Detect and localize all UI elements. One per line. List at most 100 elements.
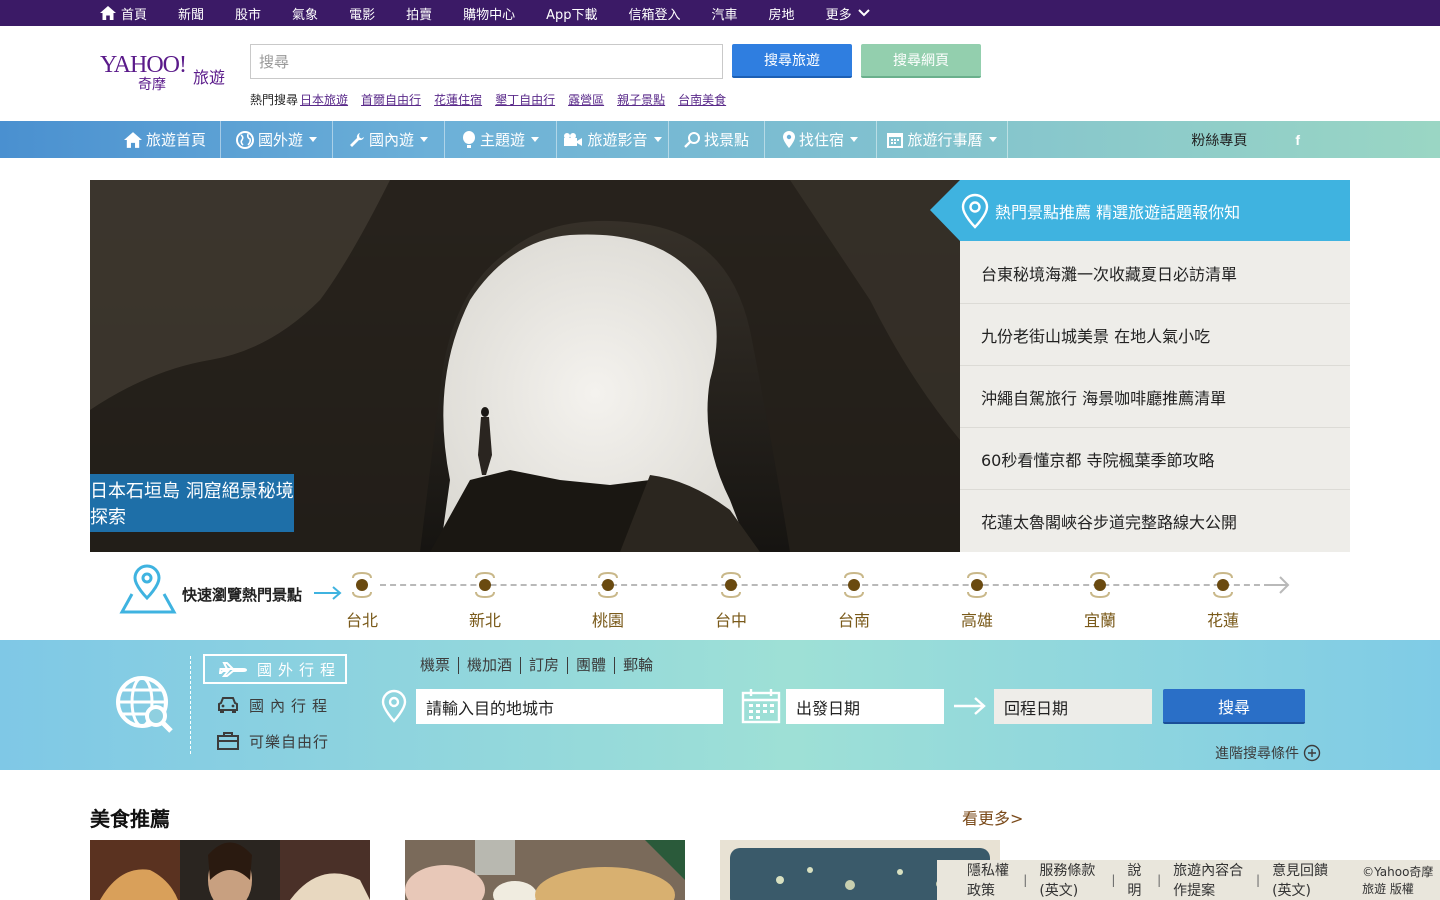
hot-link[interactable]: 花蓮住宿 bbox=[434, 91, 482, 108]
search-travel-button[interactable]: 搜尋旅遊 bbox=[732, 44, 852, 78]
timeline-label[interactable]: 桃園 bbox=[578, 607, 638, 631]
topbar-item-label: 新聞 bbox=[178, 7, 205, 23]
featured-item[interactable]: 沖繩自駕旅行 海景咖啡廳推薦清單 bbox=[960, 366, 1350, 428]
article-card[interactable] bbox=[405, 840, 685, 900]
booking-search-button[interactable]: 搜尋 bbox=[1163, 689, 1305, 724]
topbar-item-mail[interactable]: 信箱登入 bbox=[629, 4, 681, 23]
type-link[interactable]: 機票 bbox=[420, 657, 458, 674]
tab-domestic-tours[interactable]: 國內行程 bbox=[203, 690, 347, 720]
hot-link[interactable]: 露營區 bbox=[568, 91, 604, 108]
topbar-item-realestate[interactable]: 房地 bbox=[769, 4, 795, 23]
timeline-dot-icon bbox=[721, 571, 741, 599]
facebook-icon[interactable]: f bbox=[1295, 132, 1300, 148]
nav-item-overseas[interactable]: 國外遊 bbox=[221, 121, 333, 158]
hot-link[interactable]: 首爾自由行 bbox=[361, 91, 421, 108]
topbar-item-label: 更多 bbox=[825, 7, 852, 23]
featured-item[interactable]: 花蓮太魯閣峽谷步道完整路線大公開 bbox=[960, 490, 1350, 552]
map-pin-icon bbox=[961, 193, 989, 229]
type-link[interactable]: 機加酒 bbox=[458, 657, 520, 674]
globe-icon bbox=[235, 130, 254, 149]
see-more-link[interactable]: 看更多> bbox=[962, 805, 1023, 829]
search-web-button[interactable]: 搜尋網頁 bbox=[861, 44, 981, 78]
hot-link[interactable]: 親子景點 bbox=[617, 91, 665, 108]
footer-link[interactable]: 說明 bbox=[1127, 860, 1145, 900]
footer-link[interactable]: 隱私權政策 bbox=[967, 860, 1011, 900]
timeline-node[interactable] bbox=[966, 571, 988, 599]
timeline-node[interactable] bbox=[720, 571, 742, 599]
hero-caption[interactable]: 日本石垣島 洞窟絕景秘境探索 bbox=[90, 474, 294, 532]
footer-bar: 隱私權政策 | 服務條款(英文) | 說明 | 旅遊內容合作提案 | 意見回饋(英文) … bbox=[937, 860, 1440, 900]
booking-type-links: 機票 機加酒 訂房 團體 郵輪 bbox=[420, 657, 661, 674]
fan-page-link[interactable]: 粉絲專頁 bbox=[1191, 130, 1247, 150]
topbar-item-app[interactable]: App下載 bbox=[546, 4, 597, 23]
timeline-label[interactable]: 宜蘭 bbox=[1070, 607, 1130, 631]
caret-down-icon bbox=[531, 137, 539, 142]
topbar-item-more[interactable]: 更多 bbox=[826, 4, 875, 23]
chevron-down-icon bbox=[857, 9, 870, 17]
hot-link[interactable]: 台南美食 bbox=[678, 91, 726, 108]
topbar-item-auction[interactable]: 拍賣 bbox=[406, 4, 432, 23]
timeline-dot-icon bbox=[598, 571, 618, 599]
featured-item[interactable]: 60秒看懂京都 寺院楓葉季節攻略 bbox=[960, 428, 1350, 490]
topbar-item-shopping[interactable]: 購物中心 bbox=[463, 4, 515, 23]
tab-cola-free-travel[interactable]: 可樂自由行 bbox=[203, 726, 347, 756]
balloon-icon bbox=[462, 130, 475, 148]
topbar-item-movies[interactable]: 電影 bbox=[349, 4, 375, 23]
footer-link[interactable]: 旅遊內容合作提案 bbox=[1173, 860, 1244, 900]
nav-item-label: 旅遊行事曆 bbox=[907, 131, 983, 149]
nav-item-label: 旅遊首頁 bbox=[145, 131, 206, 149]
nav-item-label: 找景點 bbox=[703, 131, 749, 149]
topbar-item-label: 股市 bbox=[235, 7, 262, 23]
nav-item-domestic[interactable]: 國內遊 bbox=[333, 121, 445, 158]
nav-item-theme[interactable]: 主題遊 bbox=[445, 121, 557, 158]
tab-overseas-tours[interactable]: 國外行程 bbox=[203, 654, 347, 684]
search-input[interactable]: 搜尋 bbox=[250, 44, 723, 79]
destination-input[interactable]: 請輸入目的地城市 bbox=[416, 689, 723, 724]
calendar-icon bbox=[741, 689, 781, 724]
topbar-item-weather[interactable]: 氣象 bbox=[292, 4, 318, 23]
nav-item-video[interactable]: 旅遊影音 bbox=[557, 121, 669, 158]
type-link[interactable]: 郵輪 bbox=[614, 657, 661, 674]
advanced-search-link[interactable]: 進階搜尋條件 bbox=[1215, 743, 1321, 763]
caret-down-icon bbox=[309, 137, 317, 142]
timeline-node[interactable] bbox=[843, 571, 865, 599]
timeline-label[interactable]: 台南 bbox=[824, 607, 884, 631]
timeline-node[interactable] bbox=[1212, 571, 1234, 599]
timeline-node[interactable] bbox=[597, 571, 619, 599]
timeline-node[interactable] bbox=[474, 571, 496, 599]
featured-item[interactable]: 台東秘境海灘一次收藏夏日必訪清單 bbox=[960, 242, 1350, 304]
hot-link[interactable]: 日本旅遊 bbox=[300, 91, 348, 108]
hot-link[interactable]: 墾丁自由行 bbox=[495, 91, 555, 108]
timeline-node[interactable] bbox=[351, 571, 373, 599]
timeline-dot-icon bbox=[475, 571, 495, 599]
depart-date-input[interactable]: 出發日期 bbox=[786, 689, 944, 724]
featured-item[interactable]: 九份老街山城美景 在地人氣小吃 bbox=[960, 304, 1350, 366]
timeline-node[interactable] bbox=[1089, 571, 1111, 599]
nav-item-lodging[interactable]: 找住宿 bbox=[765, 121, 877, 158]
timeline-label[interactable]: 台北 bbox=[332, 607, 392, 631]
arrow-right-icon bbox=[314, 586, 342, 600]
topbar-item-stocks[interactable]: 股市 bbox=[235, 4, 261, 23]
return-date-input[interactable]: 回程日期 bbox=[994, 689, 1152, 724]
topbar-item-news[interactable]: 新聞 bbox=[178, 4, 204, 23]
article-card[interactable] bbox=[90, 840, 370, 900]
footer-link[interactable]: 意見回饋(英文) bbox=[1272, 860, 1332, 900]
timeline-dot-icon bbox=[1090, 571, 1110, 599]
timeline-label[interactable]: 新北 bbox=[455, 607, 515, 631]
timeline-dot-icon bbox=[1213, 571, 1233, 599]
topbar-item-autos[interactable]: 汽車 bbox=[712, 4, 738, 23]
timeline-label[interactable]: 花蓮 bbox=[1193, 607, 1253, 631]
yahoo-travel-logo[interactable]: YAHOO! 奇摩 旅遊 bbox=[100, 52, 230, 96]
topbar-item-home[interactable]: 首頁 bbox=[100, 4, 147, 23]
type-link[interactable]: 訂房 bbox=[520, 657, 567, 674]
nav-item-calendar[interactable]: 旅遊行事曆 bbox=[877, 121, 1008, 158]
timeline-label[interactable]: 台中 bbox=[701, 607, 761, 631]
nav-item-home[interactable]: 旅遊首頁 bbox=[110, 121, 221, 158]
timeline-label[interactable]: 高雄 bbox=[947, 607, 1007, 631]
nav-item-label: 旅遊影音 bbox=[587, 131, 648, 149]
footer-link[interactable]: 服務條款(英文) bbox=[1039, 860, 1099, 900]
type-link[interactable]: 團體 bbox=[567, 657, 614, 674]
caret-down-icon bbox=[988, 137, 997, 142]
tab-label: 可樂自由行 bbox=[249, 732, 330, 751]
nav-item-find-spots[interactable]: 找景點 bbox=[669, 121, 765, 158]
